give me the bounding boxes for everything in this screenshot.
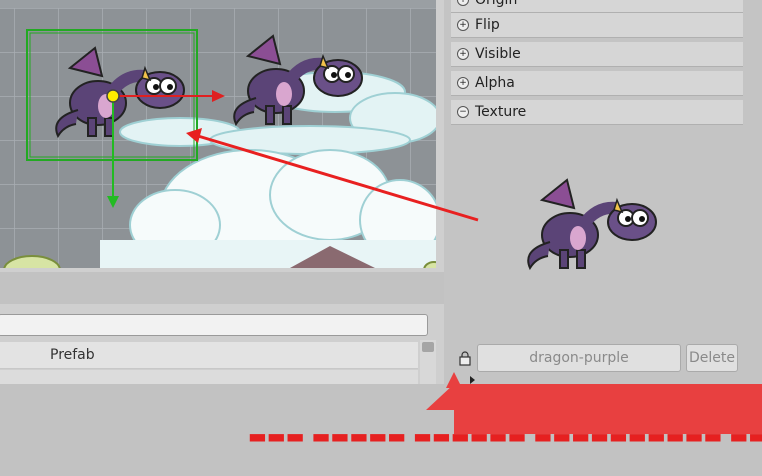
asset-search-input[interactable]: [0, 314, 428, 336]
pivot-handle[interactable]: [106, 89, 120, 103]
expand-icon[interactable]: +: [457, 48, 469, 60]
list-item[interactable]: Prefab: [0, 342, 418, 369]
scene-canvas[interactable]: [0, 0, 436, 268]
prop-label: Origin: [475, 0, 518, 8]
list-item[interactable]: [0, 370, 418, 384]
scene-border: [436, 0, 444, 272]
panel-gap: [0, 272, 444, 304]
scrollbar-thumb[interactable]: [422, 342, 434, 352]
lock-icon[interactable]: [457, 350, 473, 366]
prop-label: Flip: [475, 17, 500, 33]
delete-button[interactable]: Delete: [686, 344, 738, 372]
scrollbar[interactable]: [420, 340, 436, 384]
annotation-caption: ▬▬▬ ▬▬▬▬▬ ▬▬▬▬▬▬ ▬▬▬▬▬▬▬▬▬▬ ▬▬▬▬ ▬▬▬▬▬▬▬…: [248, 424, 762, 448]
scene-view[interactable]: [0, 0, 436, 268]
texture-name-field[interactable]: dragon-purple: [477, 344, 681, 372]
assets-panel: Prefab: [0, 304, 444, 384]
prop-label: Texture: [475, 104, 527, 120]
prop-origin[interactable]: + Origin: [451, 0, 743, 13]
prop-label: Visible: [475, 46, 521, 62]
expand-icon[interactable]: +: [457, 77, 469, 89]
collapse-icon[interactable]: −: [457, 106, 469, 118]
list-item-label: Prefab: [50, 347, 95, 363]
prop-flip[interactable]: + Flip: [451, 13, 743, 38]
expand-icon[interactable]: +: [457, 19, 469, 31]
texture-preview: [527, 178, 657, 271]
prop-alpha[interactable]: + Alpha: [451, 71, 743, 96]
inspector-panel: + Origin + Flip + Visible + Alpha − Text…: [444, 0, 762, 384]
expand-icon[interactable]: +: [457, 0, 469, 6]
prop-visible[interactable]: + Visible: [451, 42, 743, 67]
prop-label: Alpha: [475, 75, 515, 91]
prop-texture[interactable]: − Texture: [451, 100, 743, 125]
